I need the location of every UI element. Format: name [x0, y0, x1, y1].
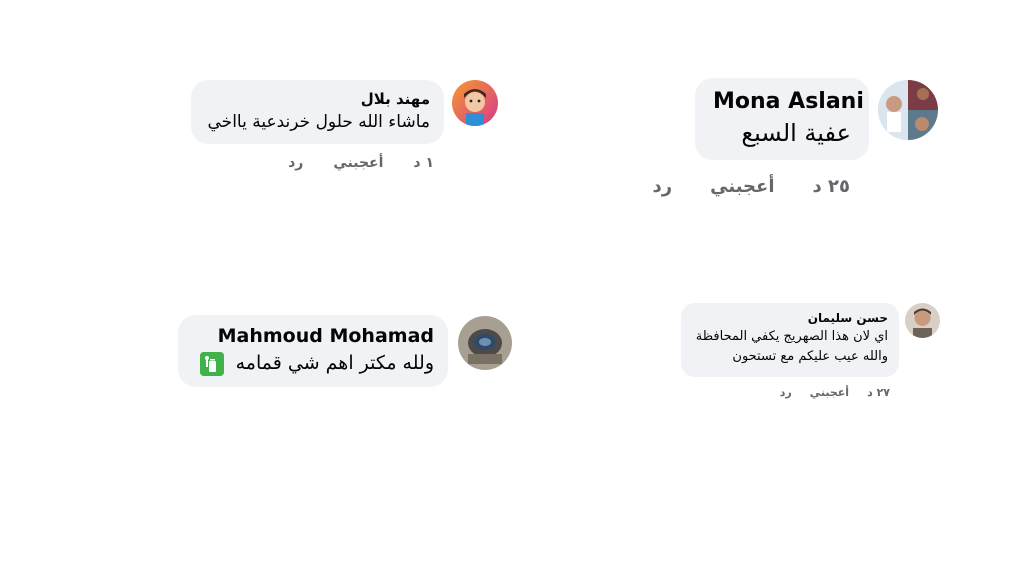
reply-button[interactable]: رد [780, 386, 792, 399]
avatar[interactable] [905, 303, 940, 338]
comment-bubble: حسن سليمان اي لان هذا الصهريج يكفي المحا… [681, 303, 899, 377]
comment-actions: ٢٧ د أعجبني رد [780, 383, 890, 401]
comment-text-content: ولله مكتر اهم شي قمامه [235, 352, 434, 374]
comment-text: ماشاء الله حلول خرندعية يااخي [207, 112, 430, 132]
reply-button[interactable]: رد [653, 176, 673, 197]
avatar[interactable] [458, 316, 512, 370]
like-button[interactable]: أعجبني [333, 155, 383, 171]
comment-actions: ١ د أعجبني رد [288, 152, 434, 174]
comment-text: عفية السبع [741, 119, 851, 147]
comment-time[interactable]: ٢٧ د [867, 386, 890, 399]
comment-bubble: Mahmoud Mohamad ولله مكتر اهم شي قمامه [178, 315, 448, 387]
comment-author[interactable]: مهند بلال [205, 88, 430, 110]
comment-text-line-1: اي لان هذا الصهريج يكفي المحافظة [695, 329, 888, 344]
like-button[interactable]: أعجبني [710, 176, 774, 197]
comment-bubble: Mona Aslani عفية السبع [695, 78, 869, 160]
comment-text: ولله مكتر اهم شي قمامه [192, 349, 434, 377]
comment-bubble: مهند بلال ماشاء الله حلول خرندعية يااخي [191, 80, 444, 144]
comment-text-line-2: والله عيب عليكم مع تستحون [732, 349, 888, 364]
wastebasket-emoji-icon [199, 351, 224, 376]
comment-author[interactable]: Mahmoud Mohamad [192, 323, 434, 349]
avatar[interactable] [878, 80, 938, 140]
comment-actions: ٢٥ د أعجبني رد [653, 173, 851, 199]
comment-time[interactable]: ٢٥ د [813, 176, 851, 197]
comment-author[interactable]: Mona Aslani [713, 88, 864, 116]
avatar[interactable] [452, 80, 498, 126]
reply-button[interactable]: رد [288, 155, 303, 171]
comment-time[interactable]: ١ د [413, 155, 434, 171]
like-button[interactable]: أعجبني [810, 386, 849, 399]
comment-author[interactable]: حسن سليمان [692, 310, 888, 327]
